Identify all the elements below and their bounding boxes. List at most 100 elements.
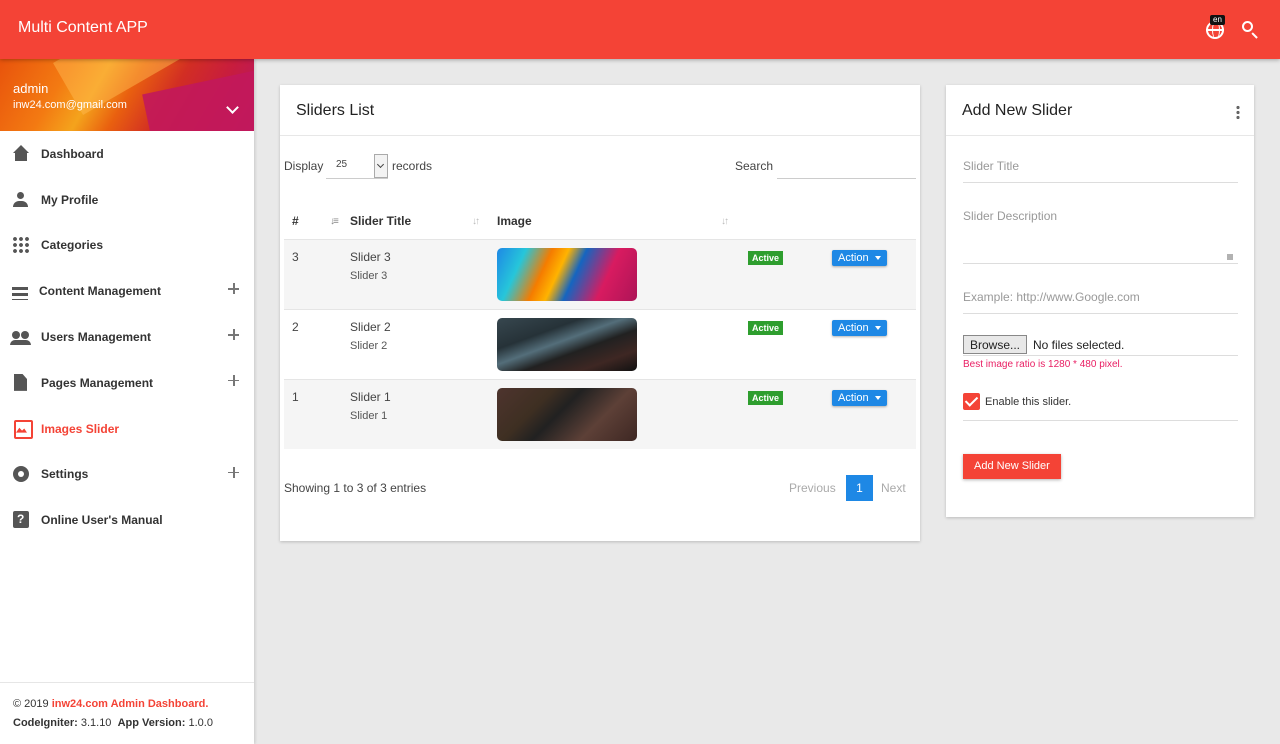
browse-button[interactable]: Browse... — [963, 335, 1028, 354]
enable-slider-label[interactable]: Enable this slider. — [985, 396, 1071, 408]
sidebar-item-label: Settings — [41, 467, 89, 482]
action-label: Action — [838, 321, 869, 334]
footer-brand-link[interactable]: inw24.com Admin Dashboard. — [52, 698, 209, 710]
image-ratio-hint: Best image ratio is 1280 * 480 pixel. — [963, 359, 1123, 370]
column-label: Slider Title — [350, 214, 412, 229]
enable-slider-row: Enable this slider. — [963, 393, 1238, 421]
slider-subtitle: Slider 2 — [350, 339, 388, 352]
codeigniter-version: 3.1.10 — [80, 717, 112, 729]
records-per-page-select[interactable]: 25 — [326, 153, 388, 179]
sidebar-item-images-slider[interactable]: Images Slider — [0, 406, 254, 452]
row-title-cell: Slider 3 Slider 3 — [350, 238, 497, 309]
pagination-next[interactable]: Next — [881, 481, 906, 495]
sort-icon: ↓↑ — [721, 216, 729, 227]
sidebar-item-content-management[interactable]: Content Management — [0, 268, 254, 314]
card-title: Add New Slider — [946, 85, 1254, 136]
sidebar-footer: © 2019 inw24.com Admin Dashboard. CodeIg… — [0, 682, 254, 733]
more-vert-icon[interactable] — [1236, 105, 1240, 119]
action-button[interactable]: Action — [832, 249, 887, 266]
action-button[interactable]: Action — [832, 319, 887, 336]
sidebar-item-my-profile[interactable]: My Profile — [0, 177, 254, 223]
row-status-cell: Active — [748, 308, 832, 379]
row-action-cell: Action — [832, 378, 916, 449]
action-label: Action — [838, 391, 869, 404]
slider-title: Slider 3 — [350, 249, 391, 264]
slider-description-field[interactable]: Slider Description — [963, 209, 1238, 264]
action-label: Action — [838, 251, 869, 264]
column-label: Image — [497, 214, 532, 229]
search-input[interactable] — [777, 153, 916, 179]
slider-title: Slider 2 — [350, 319, 391, 334]
add-slider-card: Add New Slider Slider Title Slider Descr… — [946, 85, 1254, 517]
sidebar: admin inw24.com@gmail.com Dashboard My P… — [0, 59, 254, 744]
no-file-text: No files selected. — [1033, 338, 1125, 352]
grid-icon — [12, 236, 30, 255]
sidebar-item-label: Users Management — [41, 330, 152, 345]
list-icon — [12, 284, 28, 300]
sidebar-item-label: My Profile — [41, 192, 99, 207]
sliders-list-card: Sliders List Display 25 records Search #… — [280, 85, 920, 541]
app-title: Multi Content APP — [18, 19, 148, 36]
plus-icon[interactable] — [228, 283, 240, 295]
resize-handle-icon[interactable] — [1227, 254, 1233, 260]
add-new-slider-button[interactable]: Add New Slider — [963, 454, 1061, 479]
copyright-text: © 2019 — [13, 698, 49, 710]
top-app-bar: Multi Content APP en — [0, 0, 1280, 59]
sidebar-item-pages-management[interactable]: Pages Management — [0, 360, 254, 406]
pagination-page[interactable]: 1 — [846, 475, 873, 501]
language-badge: en — [1210, 15, 1225, 25]
plus-icon[interactable] — [228, 329, 240, 341]
row-title-cell: Slider 2 Slider 2 — [350, 308, 497, 379]
display-label: Display — [284, 159, 324, 173]
column-header-action — [832, 204, 916, 239]
enable-slider-checkbox[interactable] — [963, 393, 980, 410]
help-icon — [12, 511, 30, 529]
row-image-cell — [497, 308, 748, 379]
row-status-cell: Active — [748, 378, 832, 449]
plus-icon[interactable] — [228, 466, 240, 479]
records-per-page-value: 25 — [336, 159, 348, 170]
slider-thumbnail — [497, 247, 637, 301]
slider-url-field[interactable]: Example: http://www.Google.com — [963, 290, 1238, 314]
sidebar-item-label: Categories — [41, 238, 104, 253]
pagination-previous[interactable]: Previous — [789, 481, 836, 495]
table-controls: Display 25 records Search — [284, 153, 916, 179]
table-row: 1 Slider 1 Slider 1 Active Action — [284, 378, 916, 449]
language-switcher[interactable]: en — [1204, 15, 1226, 41]
page-icon — [12, 374, 30, 392]
search-icon[interactable] — [1242, 21, 1260, 39]
table-row: 2 Slider 2 Slider 2 Active Action — [284, 308, 916, 379]
person-icon — [12, 191, 30, 209]
caret-down-icon — [874, 255, 881, 260]
slider-title-field[interactable]: Slider Title — [963, 159, 1238, 183]
sidebar-item-online-manual[interactable]: Online User's Manual — [0, 497, 254, 543]
people-icon — [10, 328, 31, 346]
plus-icon[interactable] — [228, 374, 240, 387]
slider-subtitle: Slider 3 — [350, 269, 388, 282]
card-title: Sliders List — [280, 85, 920, 136]
column-header-id[interactable]: # ↓≡ — [284, 204, 350, 239]
slider-thumbnail — [497, 387, 637, 441]
sidebar-item-categories[interactable]: Categories — [0, 223, 254, 269]
column-header-title[interactable]: Slider Title ↓↑ — [350, 204, 497, 239]
column-header-image[interactable]: Image ↓↑ — [497, 204, 748, 239]
row-id: 2 — [284, 308, 350, 379]
sidebar-item-settings[interactable]: Settings — [0, 452, 254, 498]
slider-subtitle: Slider 1 — [350, 409, 388, 422]
image-icon — [12, 419, 33, 439]
gear-icon — [12, 465, 30, 483]
sidebar-item-label: Pages Management — [41, 375, 154, 390]
sliders-table: # ↓≡ Slider Title ↓↑ Image ↓↑ 3 Slider 3… — [284, 204, 916, 449]
sidebar-item-dashboard[interactable]: Dashboard — [0, 131, 254, 177]
sort-icon: ↓↑ — [472, 216, 480, 227]
row-id: 1 — [284, 378, 350, 449]
status-badge: Active — [748, 390, 784, 405]
row-id: 3 — [284, 238, 350, 309]
column-header-status — [748, 204, 832, 239]
action-button[interactable]: Action — [832, 389, 887, 406]
app-version: 1.0.0 — [188, 717, 213, 729]
row-title-cell: Slider 1 Slider 1 — [350, 378, 497, 449]
slider-title: Slider 1 — [350, 389, 391, 404]
sidebar-item-users-management[interactable]: Users Management — [0, 314, 254, 360]
row-image-cell — [497, 378, 748, 449]
